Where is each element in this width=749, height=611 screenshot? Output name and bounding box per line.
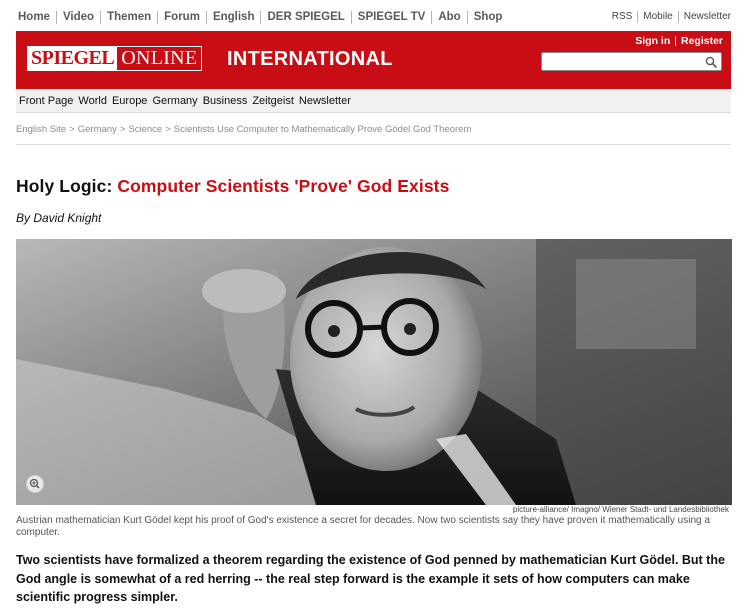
headline-kicker: Holy Logic: <box>16 176 113 196</box>
breadcrumb: English Site > Germany > Science > Scien… <box>16 124 471 135</box>
site-header: SPIEGEL ONLINE INTERNATIONAL Sign in | R… <box>16 31 731 89</box>
section-nav-germany[interactable]: Germany <box>152 95 197 107</box>
logo-spiegel: SPIEGEL <box>28 47 118 70</box>
breadcrumb-separator: > <box>69 124 75 135</box>
search-box <box>541 52 722 72</box>
top-nav: Home Video Themen Forum English DER SPIE… <box>18 11 508 24</box>
divider <box>16 144 731 145</box>
section-title[interactable]: INTERNATIONAL <box>227 47 393 71</box>
headline-title: Computer Scientists 'Prove' God Exists <box>117 176 450 196</box>
photo-credit: picture-alliance/ Imagno/ Wiener Stadt- … <box>512 505 729 514</box>
section-nav: Front Page World Europe Germany Business… <box>16 89 731 113</box>
top-nav-english[interactable]: English <box>205 11 261 24</box>
breadcrumb-germany[interactable]: Germany <box>78 124 117 135</box>
article-lead: Two scientists have formalized a theorem… <box>16 553 725 604</box>
section-nav-world[interactable]: World <box>78 95 107 107</box>
top-nav-shop[interactable]: Shop <box>466 11 509 24</box>
account-separator: | <box>674 35 677 47</box>
breadcrumb-separator: > <box>119 124 126 135</box>
photo-illustration <box>16 239 732 505</box>
section-nav-newsletter[interactable]: Newsletter <box>299 95 351 107</box>
byline: By David Knight <box>16 211 102 225</box>
top-links: RSS Mobile Newsletter <box>607 11 731 23</box>
mobile-link[interactable]: Mobile <box>637 11 677 23</box>
rss-link[interactable]: RSS <box>607 11 638 23</box>
top-bar: Home Video Themen Forum English DER SPIE… <box>0 0 749 33</box>
top-nav-themen[interactable]: Themen <box>100 11 157 24</box>
logo-online: ONLINE <box>117 47 202 70</box>
section-nav-business[interactable]: Business <box>203 95 248 107</box>
account-links: Sign in | Register <box>635 35 723 47</box>
top-nav-forum[interactable]: Forum <box>157 11 206 24</box>
breadcrumb-current: Scientists Use Computer to Mathematicall… <box>173 124 472 135</box>
register-link[interactable]: Register <box>681 35 723 47</box>
breadcrumb-science[interactable]: Science <box>128 124 162 135</box>
newsletter-link[interactable]: Newsletter <box>677 11 731 23</box>
article-photo[interactable] <box>16 239 732 505</box>
section-nav-europe[interactable]: Europe <box>112 95 147 107</box>
search-input[interactable] <box>542 54 702 72</box>
breadcrumb-english-site[interactable]: English Site <box>16 124 66 135</box>
top-nav-spiegel-tv[interactable]: SPIEGEL TV <box>350 11 432 24</box>
sign-in-link[interactable]: Sign in <box>635 35 670 47</box>
photo-caption: Austrian mathematician Kurt Gödel kept h… <box>16 515 710 538</box>
section-nav-zeitgeist[interactable]: Zeitgeist <box>252 95 294 107</box>
article-headline: Holy Logic: Computer Scientists 'Prove' … <box>16 176 449 196</box>
zoom-in-icon[interactable] <box>26 475 44 493</box>
section-nav-front-page[interactable]: Front Page <box>19 95 73 107</box>
top-nav-der-spiegel[interactable]: DER SPIEGEL <box>260 11 350 24</box>
top-nav-video[interactable]: Video <box>55 11 100 24</box>
top-nav-home[interactable]: Home <box>18 11 56 24</box>
breadcrumb-separator: > <box>165 124 171 135</box>
site-logo[interactable]: SPIEGEL ONLINE <box>27 46 203 71</box>
magnifier-icon[interactable] <box>705 56 717 68</box>
top-nav-abo[interactable]: Abo <box>431 11 466 24</box>
